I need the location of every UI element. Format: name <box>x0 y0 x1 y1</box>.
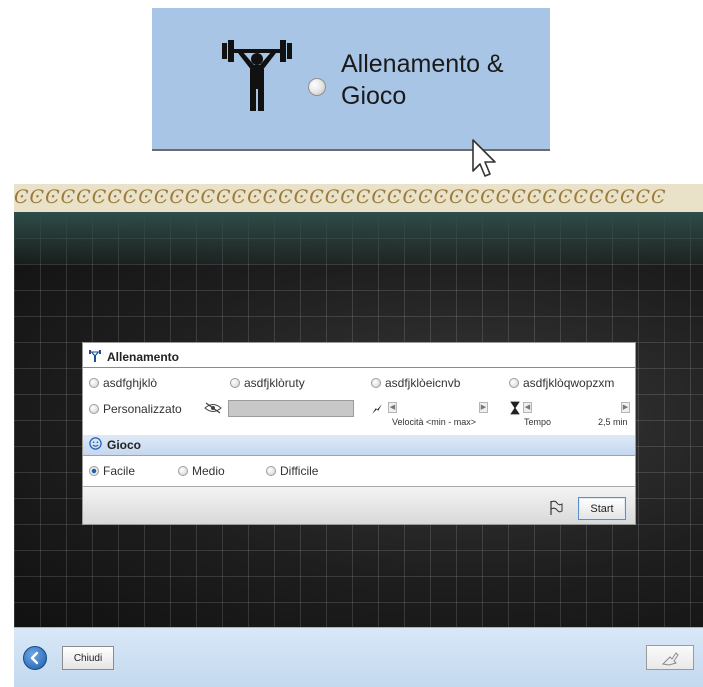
option-2-label: asdfjklòruty <box>244 376 305 390</box>
lightning-icon <box>372 404 382 414</box>
allenamento-gioco-label: Allenamento & Gioco <box>341 48 541 112</box>
difficulty-hard[interactable]: Difficile <box>266 464 318 478</box>
difficulty-hard-label: Difficile <box>280 464 319 478</box>
speed-slider[interactable]: ◀ ▶ <box>388 401 488 413</box>
speed-label: Velocità <min - max> <box>392 417 477 427</box>
time-value: 2,5 min <box>598 417 628 427</box>
difficulty-easy[interactable]: Facile <box>89 464 135 478</box>
speed-left-arrow[interactable]: ◀ <box>388 401 397 413</box>
difficulty-hard-radio[interactable] <box>266 466 276 476</box>
hourglass-icon <box>510 401 520 415</box>
allenamento-gioco-radio[interactable] <box>308 78 326 96</box>
weightlifter-icon <box>89 349 107 365</box>
back-button[interactable] <box>23 646 47 670</box>
custom-text-field[interactable] <box>228 400 354 417</box>
training-game-window: ϾϾϾϾϾϾϾϾϾϾϾϾϾϾϾϾϾϾϾϾϾϾϾϾϾϾϾϾϾϾϾϾϾϾϾϾϾϾϾϾ… <box>14 184 703 687</box>
difficulty-medium-radio[interactable] <box>178 466 188 476</box>
time-slider[interactable]: ◀ ▶ <box>523 401 630 413</box>
difficulty-easy-radio[interactable] <box>89 466 99 476</box>
zoom-callout: Allenamento & Gioco <box>152 8 550 177</box>
callout-label-line2: Gioco <box>341 82 407 110</box>
allenamento-title: Allenamento <box>107 350 180 364</box>
mode-dialog: Allenamento asdfghjklò asdfjklòruty asdf… <box>82 342 636 525</box>
option-1-radio[interactable] <box>89 378 99 388</box>
option-4-label: asdfjklòqwopzxm <box>523 376 615 390</box>
hidden-eye-icon[interactable] <box>204 401 222 415</box>
confirm-button[interactable] <box>646 645 694 670</box>
mouse-pointer-icon <box>472 139 496 177</box>
option-4[interactable]: asdfjklòqwopzxm <box>509 376 614 390</box>
option-2-radio[interactable] <box>230 378 240 388</box>
difficulty-medium[interactable]: Medio <box>178 464 225 478</box>
hand-pointer-icon <box>661 651 679 666</box>
time-right-arrow[interactable]: ▶ <box>621 401 630 413</box>
callout-label-line1: Allenamento & <box>341 50 504 78</box>
option-custom-radio[interactable] <box>89 404 99 414</box>
bottom-bar: Chiudi <box>14 627 703 687</box>
option-4-radio[interactable] <box>509 378 519 388</box>
spiral-binding: ϾϾϾϾϾϾϾϾϾϾϾϾϾϾϾϾϾϾϾϾϾϾϾϾϾϾϾϾϾϾϾϾϾϾϾϾϾϾϾϾ… <box>14 184 703 213</box>
option-3[interactable]: asdfjklòeicnvb <box>371 376 460 390</box>
flag-icon[interactable] <box>548 500 564 516</box>
time-label: Tempo <box>524 417 552 427</box>
option-custom-label: Personalizzato <box>103 402 182 416</box>
dialog-footer: Start <box>83 486 635 524</box>
option-1[interactable]: asdfghjklò <box>89 376 157 390</box>
gioco-title: Gioco <box>107 438 142 452</box>
time-left-arrow[interactable]: ◀ <box>523 401 532 413</box>
option-3-label: asdfjklòeicnvb <box>385 376 461 390</box>
back-arrow-icon <box>30 651 39 665</box>
allenamento-header: Allenamento <box>83 347 635 368</box>
speed-right-arrow[interactable]: ▶ <box>479 401 488 413</box>
option-3-radio[interactable] <box>371 378 381 388</box>
option-1-label: asdfghjklò <box>103 376 158 390</box>
close-button[interactable]: Chiudi <box>62 646 114 670</box>
option-custom[interactable]: Personalizzato <box>89 402 182 416</box>
gioco-header: Gioco <box>83 435 635 456</box>
option-2[interactable]: asdfjklòruty <box>230 376 305 390</box>
start-button[interactable]: Start <box>578 497 626 520</box>
grid-board: Allenamento asdfghjklò asdfjklòruty asdf… <box>14 212 703 627</box>
weightlifter-icon <box>222 40 292 111</box>
difficulty-medium-label: Medio <box>192 464 225 478</box>
difficulty-easy-label: Facile <box>103 464 136 478</box>
smiley-icon <box>89 437 107 453</box>
